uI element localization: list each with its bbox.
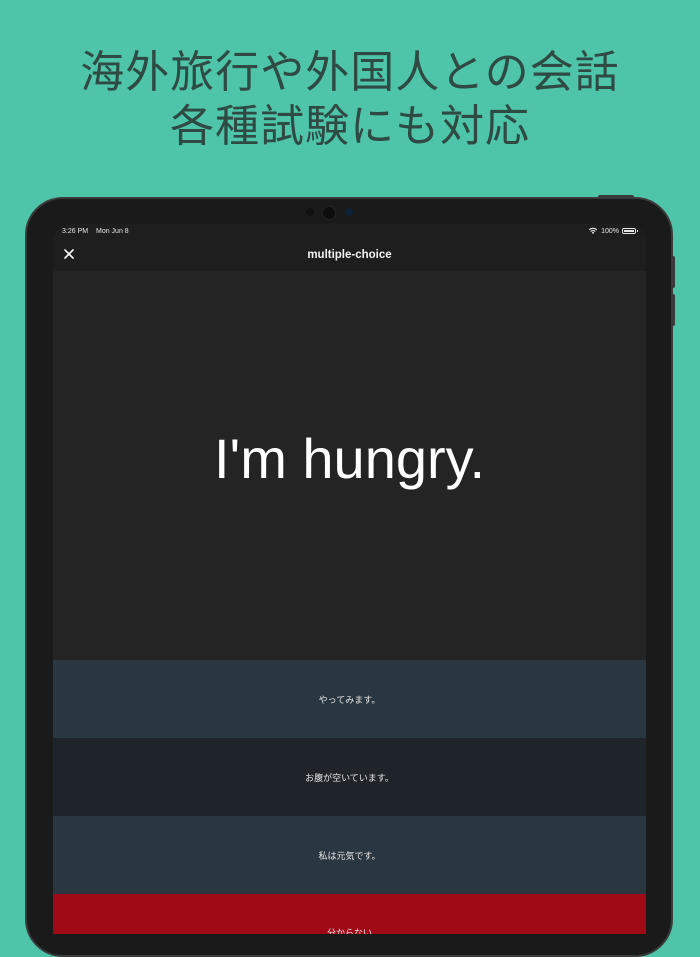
choice-label: 私は元気です。 [318,851,381,862]
sensor-dot [345,208,353,216]
question-area: I'm hungry. [53,271,646,660]
sensor-dot [306,208,314,216]
choice-label: お腹が空いています。 [305,773,394,784]
headline: 海外旅行や外国人との会話 各種試験にも対応 [0,46,700,154]
close-icon [64,249,74,259]
headline-line-1: 海外旅行や外国人との会話 [80,47,620,98]
status-date: Mon Jun 8 [96,228,129,235]
app-screen: 3:26 PM Mon Jun 8 100% multiple-choice I… [53,224,646,934]
nav-title: multiple-choice [307,249,392,261]
battery-icon [622,228,638,234]
question-text: I'm hungry. [213,427,486,490]
choice-button-3[interactable]: 私は元気です。 [53,816,646,894]
dont-know-button[interactable]: 分からない [53,894,646,934]
status-right: 100% [588,227,638,235]
status-time: 3:26 PM [62,228,89,235]
headline-line-2: 各種試験にも対応 [170,101,530,152]
choice-button-2[interactable]: お腹が空いています。 [53,738,646,816]
status-bar: 3:26 PM Mon Jun 8 100% [53,224,646,240]
choice-label: やってみます。 [318,695,381,706]
front-camera [322,206,336,220]
close-button[interactable] [61,246,77,262]
nav-bar: multiple-choice [53,240,646,271]
battery-percent: 100% [601,227,619,235]
wifi-icon [588,227,598,234]
choice-label: 分からない [326,929,372,934]
choice-button-1[interactable]: やってみます。 [53,660,646,738]
